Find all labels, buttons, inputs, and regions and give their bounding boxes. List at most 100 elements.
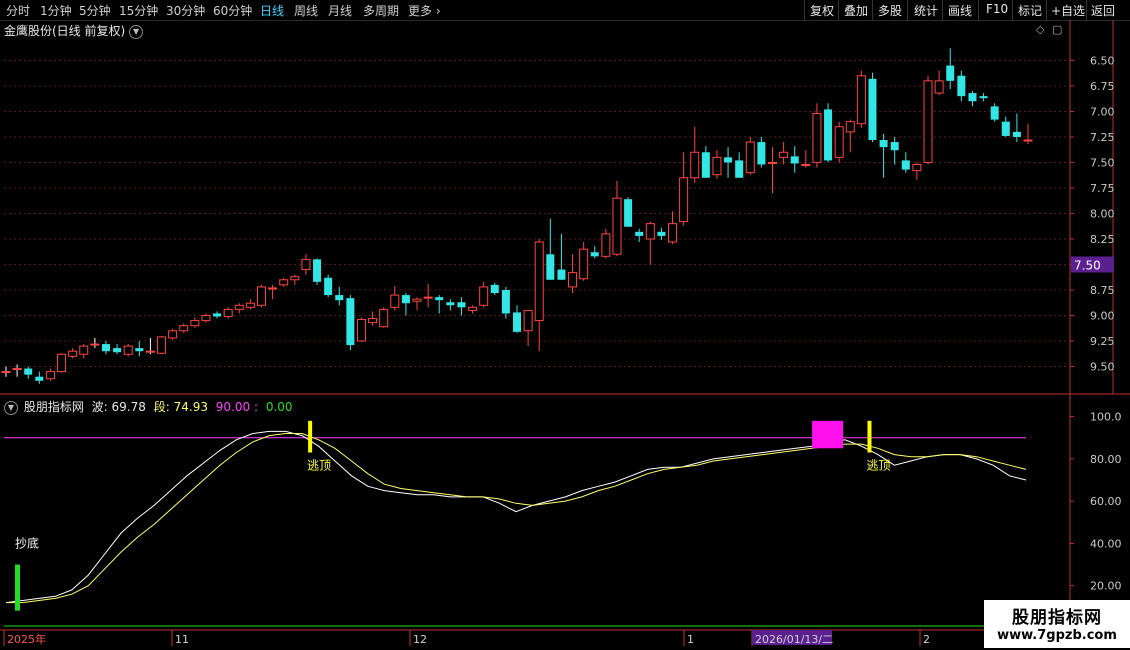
candle-body-up <box>768 161 777 164</box>
candle-body-up <box>745 141 755 174</box>
candle-body-up <box>668 223 678 243</box>
candle-body-up <box>923 80 933 163</box>
wave-line <box>5 430 1027 604</box>
candle-body-up <box>379 308 389 328</box>
candle-body-up <box>201 314 211 322</box>
candle-body-down <box>824 109 833 161</box>
candle-body-up <box>68 350 78 357</box>
candle-body-down <box>346 298 355 346</box>
price-tick-label: 7.50 <box>1090 156 1115 169</box>
indicator-tick-label: 40.00 <box>1090 537 1122 550</box>
candle-body-down <box>890 142 899 151</box>
date-tick-label: 11 <box>175 633 189 646</box>
candle-body-down <box>313 259 322 282</box>
candle-body-down <box>446 302 455 306</box>
candle-body-up <box>845 121 855 133</box>
candle-body-down <box>590 252 599 257</box>
watermark: 股朋指标网 www.7gpzb.com <box>984 600 1130 648</box>
candle-body-down <box>701 152 710 178</box>
candle-body-up <box>168 330 178 339</box>
bottom-signal-label: 抄底 <box>15 536 39 551</box>
candle-body-up <box>279 279 289 286</box>
date-tick-label: 2025年 <box>7 632 46 646</box>
candle-body-down <box>324 277 333 296</box>
candle-body-up <box>301 258 311 271</box>
candle-body-down <box>1001 121 1010 136</box>
candle-body-up <box>12 368 22 371</box>
candle-body-down <box>957 75 966 97</box>
date-tick-label: 12 <box>413 633 427 646</box>
top-signal-1-label: 逃顶 <box>307 458 331 472</box>
price-tick-label: 7.00 <box>1090 105 1115 118</box>
candle-body-down <box>757 142 766 165</box>
price-tick-label: 6.50 <box>1090 54 1115 67</box>
square-icon: ▢ <box>1052 23 1062 36</box>
candle-body-up <box>801 164 811 167</box>
candle-body-down <box>790 156 799 164</box>
magenta-signal-block <box>812 420 844 449</box>
candle-body-up <box>390 294 400 308</box>
candle-body-up <box>157 336 167 354</box>
candle-body-down <box>335 295 344 301</box>
indicator-tick-label: 60.00 <box>1090 495 1122 508</box>
candle-body-up <box>534 241 544 322</box>
price-tick-label: 8.75 <box>1090 284 1115 297</box>
candle-body-up <box>645 223 655 240</box>
indicator-tick-label: 100.0 <box>1090 411 1122 424</box>
candle-body-down <box>435 297 444 301</box>
candle-body-up <box>234 304 244 310</box>
candle-body-up <box>368 318 378 324</box>
candle-body-up <box>712 156 722 176</box>
indicator-tick-label: 20.00 <box>1090 580 1122 593</box>
top-signal-2-label: 逃顶 <box>866 458 890 472</box>
candle-body-down <box>657 231 666 236</box>
candle-body-down <box>35 376 44 381</box>
candle-body-up <box>690 151 700 179</box>
candle-body-down <box>635 231 644 236</box>
candle-body-up <box>123 345 133 355</box>
candle-body-up <box>90 343 100 346</box>
price-tick-label: 9.00 <box>1090 309 1115 322</box>
price-tick-label: 7.25 <box>1090 131 1115 144</box>
candle-body-up <box>834 126 844 158</box>
candle-body-down <box>24 368 33 375</box>
candle-body-up <box>79 345 89 355</box>
candle-body-down <box>901 160 910 170</box>
candle-body-down <box>979 96 988 99</box>
candle-body-up <box>601 233 611 257</box>
candle-body-down <box>724 157 733 163</box>
price-tick-label: 9.50 <box>1090 360 1115 373</box>
candle-body-up <box>356 319 366 342</box>
watermark-url: www.7gpzb.com <box>997 628 1117 643</box>
candle-body-down <box>213 313 222 317</box>
price-tick-label: 8.00 <box>1090 207 1115 220</box>
candle-body-down <box>501 289 510 314</box>
price-tick-label: 6.75 <box>1090 80 1115 93</box>
candle-body-up <box>912 164 922 172</box>
candle-body-down <box>513 312 521 332</box>
candle-body-up <box>412 298 422 302</box>
top-signal-1-bar <box>308 420 313 453</box>
candle-body-up <box>479 286 489 306</box>
kline-chart[interactable]: 9.509.259.008.758.508.258.007.757.507.25… <box>0 0 1130 650</box>
date-tick-label: 2026/01/13/二 <box>755 633 833 646</box>
candle-body-up <box>1023 139 1033 142</box>
date-tick-label: 2 <box>923 633 930 646</box>
candle-body-up <box>468 306 478 311</box>
candle-body-down <box>624 199 633 227</box>
candle-body-up <box>679 177 689 223</box>
candle-body-down <box>735 160 744 178</box>
price-tick-label: 9.25 <box>1090 335 1115 348</box>
candle-body-up <box>612 197 622 255</box>
candle-body-up <box>934 80 944 94</box>
candle-body-up <box>190 320 200 327</box>
candle-body-down <box>113 348 122 353</box>
date-tick-label: 1 <box>687 633 694 646</box>
candle-body-up <box>423 296 433 299</box>
candle-body-down <box>879 140 888 148</box>
candle-body-up <box>290 276 300 281</box>
candle-body-up <box>1 371 11 374</box>
candle-body-down <box>490 284 499 294</box>
candle-body-down <box>990 106 999 120</box>
indicator-tick-label: 80.00 <box>1090 453 1122 466</box>
